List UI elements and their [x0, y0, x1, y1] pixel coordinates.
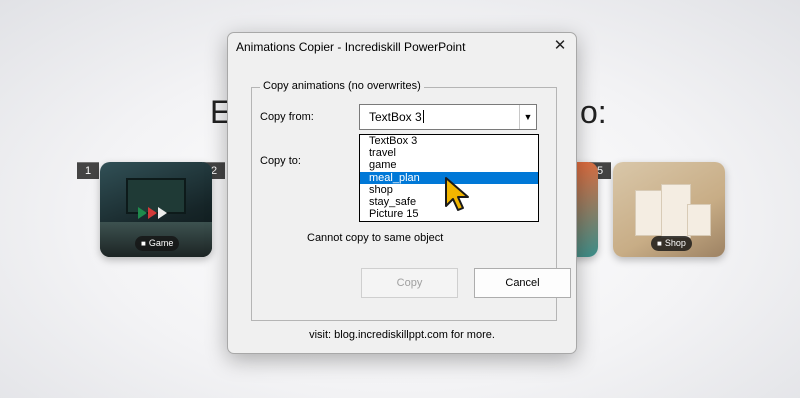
arrow-graphic — [158, 207, 167, 219]
bag-icon: ■ — [657, 239, 662, 248]
arrow-graphic — [148, 207, 157, 219]
copy-animations-group: Copy animations (no overwrites) Copy fro… — [251, 80, 571, 321]
cancel-button[interactable]: Cancel — [474, 268, 571, 298]
slide-number-badge: 1 — [77, 162, 99, 179]
dropdown-item[interactable]: travel — [360, 147, 538, 159]
game-image-card[interactable]: ■ Game — [100, 162, 212, 257]
copy-from-combobox[interactable]: TextBox 3 ▼ — [359, 104, 537, 130]
copy-button[interactable]: Copy — [361, 268, 458, 298]
gamepad-icon: ■ — [141, 239, 146, 248]
dialog-title: Animations Copier - Incrediskill PowerPo… — [236, 40, 466, 54]
text-caret — [422, 110, 424, 123]
arrow-graphic — [138, 207, 147, 219]
game-tag: ■ Game — [135, 236, 180, 251]
slide-title-right: o: — [580, 94, 607, 130]
copy-to-label: Copy to: — [260, 155, 301, 167]
game-tag-label: Game — [148, 238, 174, 248]
footer-text: visit: blog.incrediskillppt.com for more… — [309, 329, 495, 341]
dropdown-item[interactable]: TextBox 3 — [360, 135, 538, 147]
warning-text: Cannot copy to same object — [307, 232, 444, 244]
copy-from-label: Copy from: — [260, 111, 314, 123]
shop-image-card[interactable]: ■ Shop — [613, 162, 725, 257]
shop-tag-label: Shop — [664, 238, 686, 248]
mouse-pointer-icon — [445, 177, 469, 211]
dialog-titlebar[interactable]: Animations Copier - Incrediskill PowerPo… — [228, 33, 576, 61]
shop-tag: ■ Shop — [651, 236, 692, 251]
bag-graphic — [687, 204, 711, 236]
group-label: Copy animations (no overwrites) — [260, 80, 424, 92]
dropdown-item[interactable]: game — [360, 159, 538, 171]
dropdown-arrow-icon[interactable]: ▼ — [519, 105, 536, 129]
copy-from-value: TextBox 3 — [369, 110, 424, 124]
animations-copier-dialog: Animations Copier - Incrediskill PowerPo… — [227, 32, 577, 354]
close-icon[interactable]: ✕ — [552, 38, 568, 54]
